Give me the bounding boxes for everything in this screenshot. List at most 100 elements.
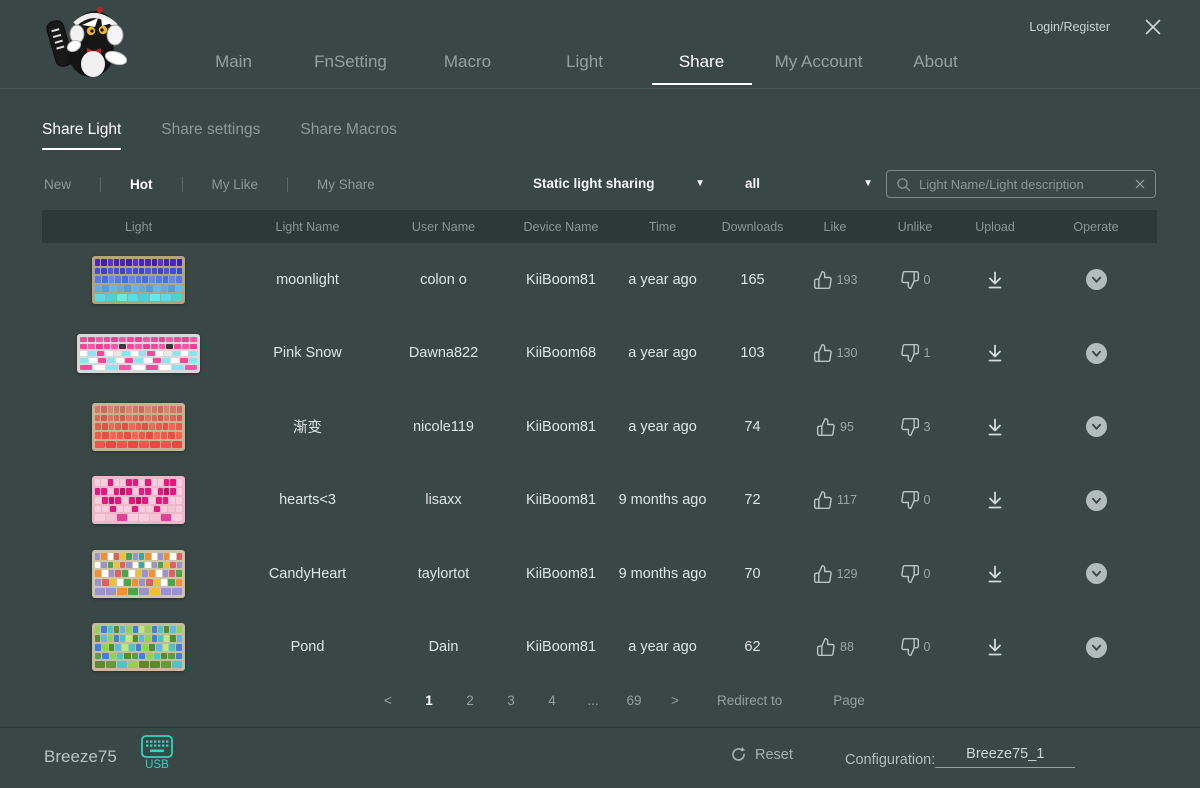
page-prev[interactable]: < xyxy=(380,693,396,708)
light-preview-thumbnail[interactable] xyxy=(92,549,185,598)
close-icon[interactable] xyxy=(1142,16,1164,38)
sort-new[interactable]: New xyxy=(42,177,100,192)
nav-main[interactable]: Main xyxy=(175,52,292,72)
unlike-button[interactable]: 3 xyxy=(900,417,931,437)
nav-share[interactable]: Share xyxy=(643,52,760,72)
device-name: KiiBoom81 xyxy=(525,418,597,435)
unlike-button[interactable]: 1 xyxy=(900,343,931,363)
table-row: 渐变 nicole119 KiiBoom81 a year ago 74 95 … xyxy=(42,390,1157,464)
col-time: Time xyxy=(648,219,677,234)
col-downloads: Downloads xyxy=(721,219,784,234)
like-count: 95 xyxy=(840,419,854,434)
unlike-button[interactable]: 0 xyxy=(900,637,931,657)
col-unlike: Unlike xyxy=(897,219,933,234)
like-button[interactable]: 193 xyxy=(813,270,857,290)
download-button[interactable] xyxy=(985,343,1005,363)
like-button[interactable]: 129 xyxy=(813,564,857,584)
nav-light[interactable]: Light xyxy=(526,52,643,72)
time: a year ago xyxy=(628,639,697,656)
reset-label: Reset xyxy=(755,746,793,763)
light-type-dropdown[interactable]: Static light sharing ▼ xyxy=(533,176,705,191)
search-icon xyxy=(896,177,911,192)
light-preview-thumbnail[interactable] xyxy=(92,402,185,451)
thumbs-down-icon xyxy=(900,270,920,290)
unlike-count: 3 xyxy=(923,419,931,434)
device-name-label: Breeze75 xyxy=(44,747,117,766)
operate-button[interactable] xyxy=(1085,342,1107,364)
download-button[interactable] xyxy=(985,564,1005,584)
like-count: 117 xyxy=(837,493,857,508)
light-name: CandyHeart xyxy=(268,565,347,582)
light-preview-thumbnail[interactable] xyxy=(92,476,185,525)
configuration-value[interactable]: Breeze75_1 xyxy=(935,746,1076,768)
operate-button[interactable] xyxy=(1085,636,1107,658)
tab-share-settings[interactable]: Share settings xyxy=(161,121,260,139)
search-box xyxy=(886,170,1156,198)
download-button[interactable] xyxy=(985,490,1005,510)
page-ellipsis: ... xyxy=(587,693,599,708)
reset-button[interactable]: Reset xyxy=(730,746,793,763)
download-button[interactable] xyxy=(985,417,1005,437)
time: a year ago xyxy=(628,418,697,435)
tab-share-light[interactable]: Share Light xyxy=(42,121,122,150)
download-button[interactable] xyxy=(985,270,1005,290)
nav-my-account[interactable]: My Account xyxy=(760,52,877,72)
thumbs-down-icon xyxy=(900,417,920,437)
chevron-down-icon xyxy=(1091,424,1101,430)
sort-hot[interactable]: Hot xyxy=(101,177,182,192)
unlike-count: 0 xyxy=(923,640,931,655)
sort-my-like[interactable]: My Like xyxy=(183,177,288,192)
nav-about[interactable]: About xyxy=(877,52,994,72)
thumbs-up-icon xyxy=(816,417,836,437)
scope-dropdown[interactable]: all ▼ xyxy=(745,176,873,191)
keyboard-icon xyxy=(141,735,173,758)
thumbs-up-icon xyxy=(813,270,833,290)
user-name: nicole119 xyxy=(412,418,474,435)
page-4[interactable]: 4 xyxy=(544,693,560,708)
search-input[interactable] xyxy=(917,175,1128,193)
nav-macro[interactable]: Macro xyxy=(409,52,526,72)
nav-fnsetting[interactable]: FnSetting xyxy=(292,52,409,72)
page-1[interactable]: 1 xyxy=(421,693,437,708)
page-label: Page xyxy=(833,693,865,708)
unlike-button[interactable]: 0 xyxy=(900,270,931,290)
chevron-down-icon: ▼ xyxy=(863,178,873,189)
light-name: 渐变 xyxy=(293,420,322,437)
device-name: KiiBoom81 xyxy=(525,271,597,288)
page-69[interactable]: 69 xyxy=(626,693,642,708)
light-name: moonlight xyxy=(276,271,339,288)
like-button[interactable]: 95 xyxy=(816,417,854,437)
page-2[interactable]: 2 xyxy=(462,693,478,708)
like-count: 130 xyxy=(836,346,858,361)
page-3[interactable]: 3 xyxy=(503,693,519,708)
chevron-down-icon xyxy=(1091,350,1101,357)
operate-button[interactable] xyxy=(1085,416,1107,438)
chevron-down-icon xyxy=(1091,277,1101,283)
unlike-button[interactable]: 0 xyxy=(900,564,930,584)
thumbs-up-icon xyxy=(813,564,833,584)
light-preview-thumbnail[interactable] xyxy=(92,623,185,672)
login-register-link[interactable]: Login/Register xyxy=(1029,20,1110,34)
like-button[interactable]: 130 xyxy=(813,343,858,363)
unlike-count: 1 xyxy=(923,346,931,361)
like-button[interactable]: 117 xyxy=(813,490,857,510)
like-button[interactable]: 88 xyxy=(816,637,854,657)
thumbs-down-icon xyxy=(900,564,920,584)
unlike-count: 0 xyxy=(923,272,931,287)
operate-button[interactable] xyxy=(1085,563,1107,585)
search-clear-icon[interactable] xyxy=(1134,178,1146,190)
downloads-count: 103 xyxy=(740,345,765,362)
downloads-count: 62 xyxy=(744,639,761,656)
operate-button[interactable] xyxy=(1085,489,1107,511)
unlike-button[interactable]: 0 xyxy=(900,490,930,510)
light-name: hearts<3 xyxy=(279,492,336,509)
light-preview-thumbnail[interactable] xyxy=(77,333,200,373)
main-nav: Main FnSetting Macro Light Share My Acco… xyxy=(175,52,994,72)
light-preview-thumbnail[interactable] xyxy=(92,255,185,304)
page-next[interactable]: > xyxy=(667,693,683,708)
tab-share-macros[interactable]: Share Macros xyxy=(300,121,396,139)
operate-button[interactable] xyxy=(1085,269,1107,291)
sort-my-share[interactable]: My Share xyxy=(288,177,404,192)
download-button[interactable] xyxy=(985,637,1005,657)
downloads-count: 70 xyxy=(744,565,761,582)
